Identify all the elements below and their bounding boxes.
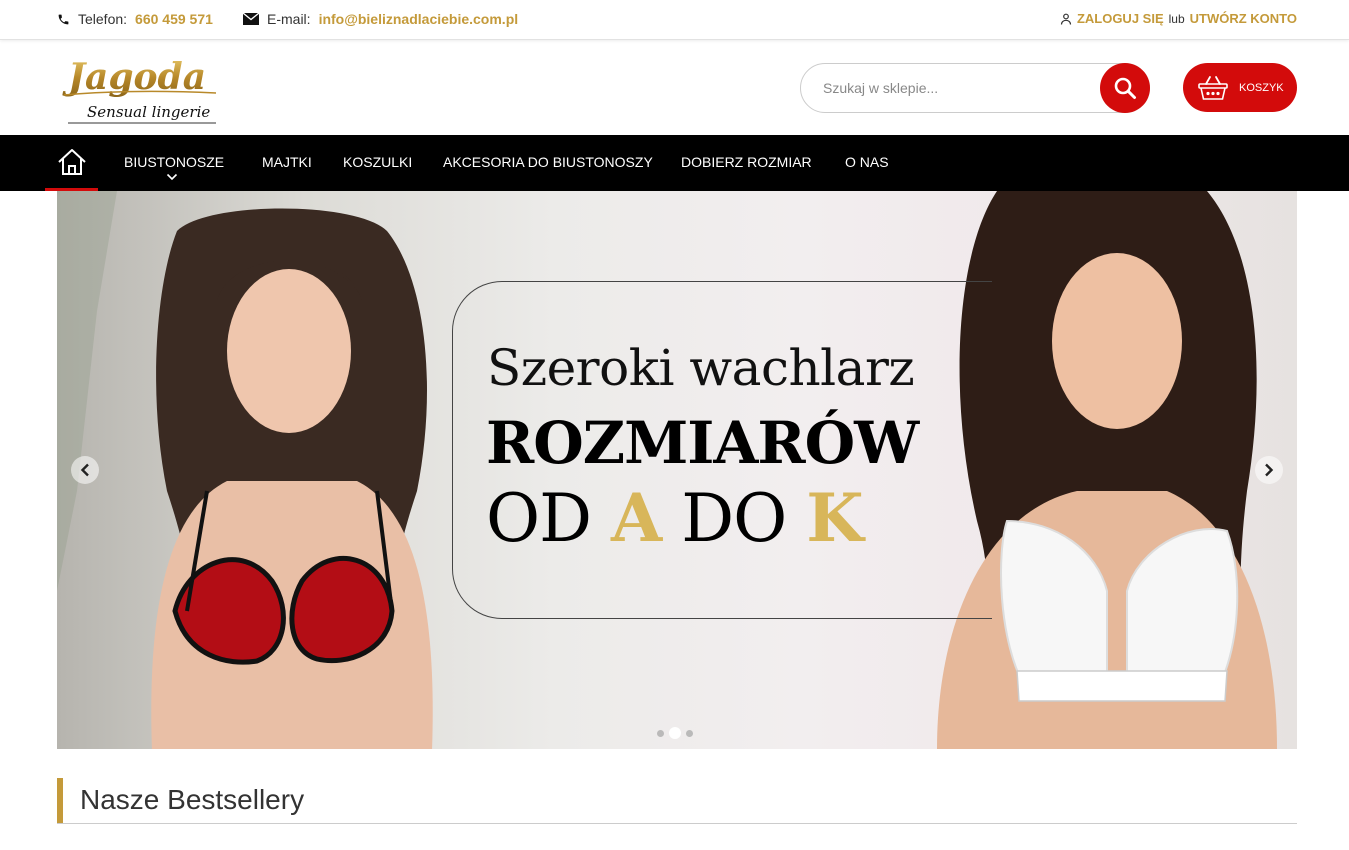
- slider-next-button[interactable]: [1255, 456, 1283, 484]
- top-bar: Telefon: 660 459 571 E-mail: info@bieliz…: [0, 0, 1349, 40]
- slide-headline-3: OD A DO K: [486, 479, 864, 557]
- or-text: lub: [1168, 11, 1185, 26]
- email-label: E-mail:: [267, 11, 311, 27]
- slider-dot-active[interactable]: [669, 727, 681, 739]
- phone-info: Telefon: 660 459 571: [57, 11, 213, 27]
- hero-slider: Szeroki wachlarz ROZMIARÓW OD A DO K: [57, 191, 1297, 749]
- main-nav: BIUSTONOSZE MAJTKI KOSZULKI AKCESORIA DO…: [0, 135, 1349, 191]
- search-icon: [1114, 77, 1136, 99]
- phone-label: Telefon:: [78, 11, 128, 27]
- phone-number[interactable]: 660 459 571: [135, 11, 213, 27]
- nav-home[interactable]: [45, 135, 98, 191]
- slider-dot[interactable]: [686, 729, 693, 737]
- nav-item-akcesoria[interactable]: AKCESORIA DO BIUSTONOSZY: [443, 154, 653, 170]
- search-bar: [800, 63, 1150, 113]
- slider-dots: [657, 727, 693, 739]
- nav-item-majtki[interactable]: MAJTKI: [262, 154, 312, 170]
- model-image-left: [57, 191, 433, 749]
- cart-button[interactable]: KOSZYK: [1183, 63, 1297, 112]
- register-link[interactable]: UTWÓRZ KONTO: [1190, 11, 1297, 26]
- slider-dot[interactable]: [657, 729, 664, 737]
- slider-prev-button[interactable]: [71, 456, 99, 484]
- search-button[interactable]: [1100, 63, 1150, 113]
- chevron-left-icon: [80, 463, 89, 477]
- phone-icon: [58, 14, 69, 24]
- nav-item-koszulki[interactable]: KOSZULKI: [343, 154, 412, 170]
- chevron-down-icon[interactable]: [166, 173, 178, 181]
- nav-item-biustonosze[interactable]: BIUSTONOSZE: [124, 154, 224, 170]
- slide-headline-1: Szeroki wachlarz: [487, 339, 915, 397]
- search-input[interactable]: [801, 64, 1101, 112]
- cart-label: KOSZYK: [1239, 81, 1284, 94]
- chevron-right-icon: [1265, 463, 1274, 477]
- user-icon: [1060, 13, 1072, 25]
- nav-item-o-nas[interactable]: O NAS: [845, 154, 889, 170]
- section-divider: [57, 823, 1297, 824]
- envelope-icon: [243, 13, 259, 25]
- login-link[interactable]: ZALOGUJ SIĘ: [1077, 11, 1164, 26]
- nav-item-dobierz-rozmiar[interactable]: DOBIERZ ROZMIAR: [681, 154, 812, 170]
- email-link[interactable]: info@bieliznadlaciebie.com.pl: [319, 11, 519, 27]
- section-accent: [57, 778, 63, 824]
- basket-icon: [1198, 75, 1228, 100]
- slide-headline-2: ROZMIARÓW: [486, 409, 919, 477]
- logo-tagline: Sensual lingerie: [87, 103, 210, 121]
- home-icon: [57, 148, 86, 175]
- email-info: E-mail: info@bieliznadlaciebie.com.pl: [243, 11, 518, 27]
- account-links: ZALOGUJ SIĘ lub UTWÓRZ KONTO: [1060, 11, 1297, 26]
- section-title: Nasze Bestsellery: [80, 784, 305, 815]
- logo[interactable]: Jagoda Sensual lingerie: [62, 55, 222, 127]
